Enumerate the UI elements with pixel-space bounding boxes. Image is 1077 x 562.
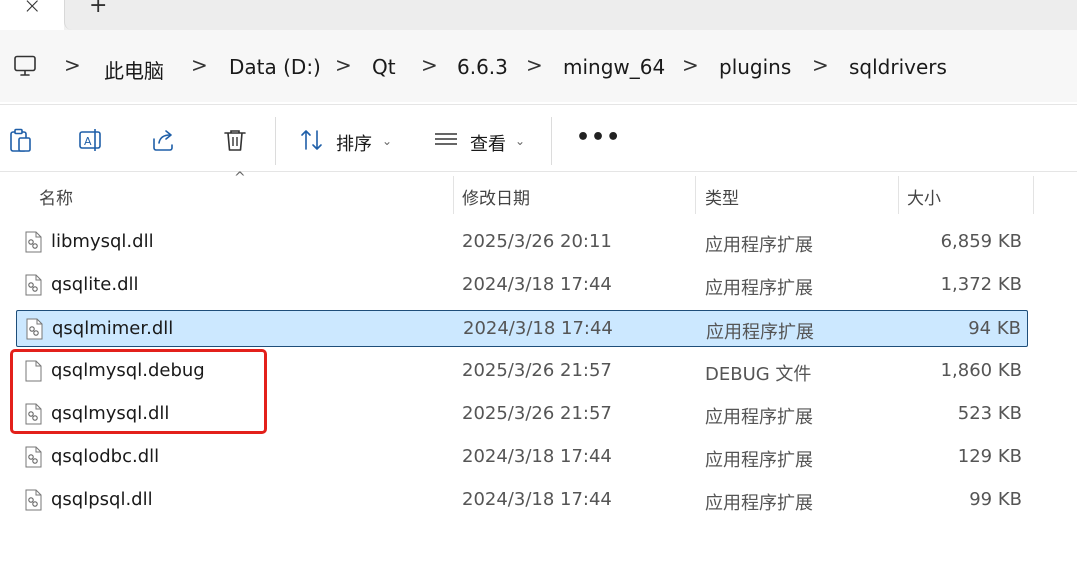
- svg-text:A: A: [84, 135, 92, 148]
- breadcrumb-item-qt[interactable]: Qt: [372, 55, 396, 79]
- dll-icon: [25, 489, 42, 511]
- dll-icon: [25, 231, 42, 253]
- command-bar: A 排序 ⌄ 查看 ⌄ •••: [0, 104, 1077, 172]
- breadcrumb-item-mingw[interactable]: mingw_64: [563, 55, 665, 79]
- column-header-name[interactable]: 名称: [39, 184, 73, 209]
- chevron-right-icon[interactable]: >: [64, 53, 81, 77]
- chevron-down-icon[interactable]: ⌄: [382, 134, 392, 148]
- sort-button[interactable]: 排序: [336, 130, 372, 156]
- tab-strip: × +: [0, 0, 1077, 30]
- file-modified: 2025/3/26 20:11: [462, 231, 612, 252]
- file-row[interactable]: qsqlpsql.dll 2024/3/18 17:44 应用程序扩展 99 KB: [16, 482, 1028, 519]
- toolbar-divider: [551, 117, 552, 165]
- chevron-right-icon[interactable]: >: [421, 53, 438, 77]
- rename-icon[interactable]: A: [78, 127, 104, 153]
- file-size: 523 KB: [957, 403, 1022, 424]
- sort-icon[interactable]: [299, 127, 325, 153]
- annotation-highlight-box: [10, 349, 267, 434]
- file-size: 6,859 KB: [940, 231, 1022, 252]
- breadcrumb-item-sqldrivers[interactable]: sqldrivers: [849, 55, 947, 79]
- column-divider[interactable]: [453, 176, 454, 214]
- file-size: 129 KB: [957, 446, 1022, 467]
- paste-icon[interactable]: [7, 127, 33, 153]
- file-type: 应用程序扩展: [705, 235, 813, 256]
- sort-ascending-icon: ^: [234, 170, 246, 186]
- dll-icon: [25, 446, 42, 468]
- dll-icon: [25, 274, 42, 296]
- file-row[interactable]: qsqlite.dll 2024/3/18 17:44 应用程序扩展 1,372 KB: [16, 267, 1028, 304]
- file-modified: 2024/3/18 17:44: [463, 318, 613, 339]
- file-type: 应用程序扩展: [705, 407, 813, 428]
- file-type: 应用程序扩展: [705, 450, 813, 471]
- column-header-type[interactable]: 类型: [705, 184, 739, 209]
- delete-icon[interactable]: [222, 127, 248, 153]
- column-header-size[interactable]: 大小: [907, 184, 941, 209]
- chevron-right-icon[interactable]: >: [335, 53, 352, 77]
- file-modified: 2025/3/26 21:57: [462, 403, 612, 424]
- breadcrumb-item-this-pc[interactable]: 此电脑: [104, 55, 164, 84]
- chevron-right-icon[interactable]: >: [191, 53, 208, 77]
- file-size: 1,860 KB: [940, 360, 1022, 381]
- file-name: qsqlite.dll: [51, 274, 139, 295]
- file-row[interactable]: qsqlmimer.dll 2024/3/18 17:44 应用程序扩展 94 KB: [16, 310, 1028, 347]
- file-modified: 2024/3/18 17:44: [462, 489, 612, 510]
- chevron-right-icon[interactable]: >: [682, 53, 699, 77]
- breadcrumb-item-plugins[interactable]: plugins: [719, 55, 791, 79]
- breadcrumb-item-version[interactable]: 6.6.3: [457, 55, 508, 79]
- tab-close-button[interactable]: ×: [0, 0, 64, 30]
- file-name: libmysql.dll: [51, 231, 154, 252]
- view-button[interactable]: 查看: [470, 130, 506, 156]
- file-type: DEBUG 文件: [705, 364, 812, 385]
- close-icon: ×: [23, 0, 42, 19]
- file-size: 1,372 KB: [940, 274, 1022, 295]
- breadcrumb: > 此电脑 > Data (D:) > Qt > 6.6.3 > mingw_6…: [0, 30, 1077, 102]
- file-row[interactable]: libmysql.dll 2025/3/26 20:11 应用程序扩展 6,859 K…: [16, 224, 1028, 261]
- computer-icon[interactable]: [13, 55, 37, 77]
- toolbar-divider: [275, 117, 276, 165]
- file-type: 应用程序扩展: [705, 493, 813, 514]
- file-name: qsqlodbc.dll: [51, 446, 160, 467]
- plus-icon: +: [89, 0, 108, 18]
- chevron-right-icon[interactable]: >: [526, 53, 543, 77]
- breadcrumb-item-data-drive[interactable]: Data (D:): [229, 55, 321, 79]
- share-icon[interactable]: [150, 127, 176, 153]
- new-tab-button[interactable]: +: [64, 0, 1077, 30]
- chevron-down-icon[interactable]: ⌄: [515, 134, 525, 148]
- file-name: qsqlpsql.dll: [51, 489, 153, 510]
- file-size: 94 KB: [968, 318, 1021, 339]
- column-header-row: ^ 名称 修改日期 类型 大小: [0, 170, 1077, 214]
- file-type: 应用程序扩展: [705, 278, 813, 299]
- column-divider[interactable]: [695, 176, 696, 214]
- file-size: 99 KB: [969, 489, 1022, 510]
- more-icon[interactable]: •••: [576, 125, 621, 150]
- column-header-modified[interactable]: 修改日期: [462, 184, 530, 209]
- view-icon[interactable]: [433, 127, 459, 153]
- chevron-right-icon[interactable]: >: [812, 53, 829, 77]
- file-modified: 2025/3/26 21:57: [462, 360, 612, 381]
- column-divider[interactable]: [898, 176, 899, 214]
- dll-icon: [26, 318, 43, 340]
- file-name: qsqlmimer.dll: [52, 318, 174, 339]
- file-modified: 2024/3/18 17:44: [462, 274, 612, 295]
- file-row[interactable]: qsqlodbc.dll 2024/3/18 17:44 应用程序扩展 129 KB: [16, 439, 1028, 476]
- file-modified: 2024/3/18 17:44: [462, 446, 612, 467]
- column-divider[interactable]: [1033, 176, 1034, 214]
- file-type: 应用程序扩展: [706, 322, 814, 343]
